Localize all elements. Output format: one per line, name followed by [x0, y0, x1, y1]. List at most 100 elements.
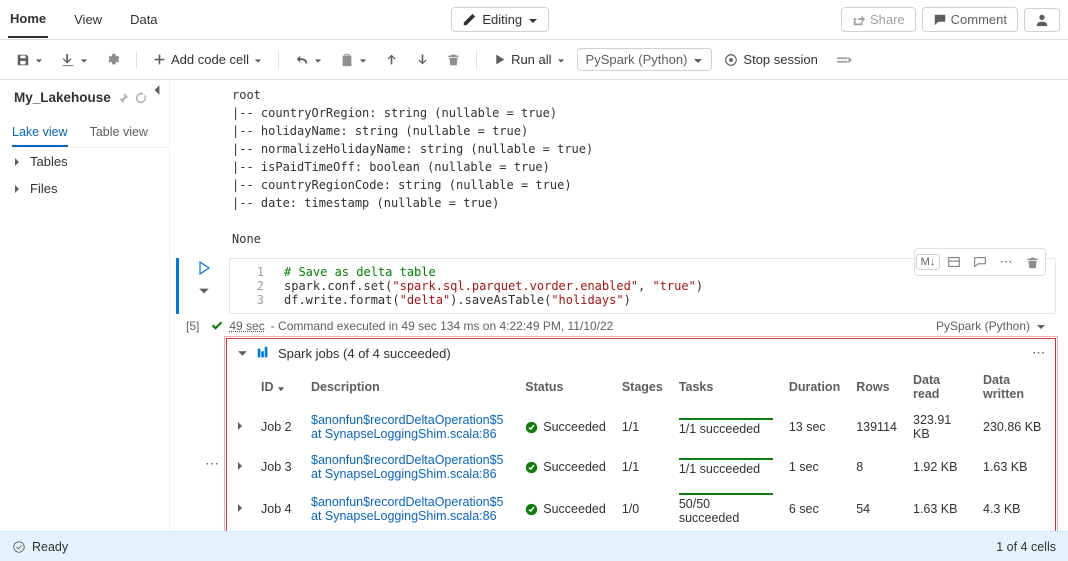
- comment-button[interactable]: Comment: [922, 7, 1018, 32]
- status-text: Ready: [32, 540, 68, 554]
- comment-icon: [933, 13, 947, 27]
- tree-files-label: Files: [30, 181, 57, 196]
- run-cell-button[interactable]: [196, 260, 212, 279]
- exec-count: [5]: [186, 319, 199, 333]
- variables-button[interactable]: [830, 49, 858, 71]
- collapse-handle[interactable]: ⋯: [205, 455, 219, 472]
- job-description-link[interactable]: $anonfun$recordDeltaOperation$5 at Synap…: [311, 453, 504, 481]
- chevron-down-icon: [254, 57, 262, 65]
- editing-mode-dropdown[interactable]: Editing: [451, 7, 549, 32]
- trash-icon: [447, 53, 460, 66]
- pencil-icon: [462, 13, 476, 27]
- chevron-down-icon: [35, 57, 43, 65]
- cell-markdown-toggle[interactable]: M↓: [917, 251, 939, 273]
- chevron-down-icon: [80, 57, 88, 65]
- job-row: Job 4 $anonfun$recordDeltaOperation$5 at…: [227, 487, 1055, 531]
- job-description-link[interactable]: $anonfun$recordDeltaOperation$5 at Synap…: [311, 495, 504, 523]
- chevron-right-icon[interactable]: [235, 421, 245, 431]
- pin-icon[interactable]: [117, 92, 129, 104]
- kernel-selector[interactable]: PySpark (Python): [577, 48, 713, 71]
- share-label: Share: [870, 12, 905, 27]
- save-icon: [16, 53, 30, 67]
- cell-comment-toggle[interactable]: [969, 251, 991, 273]
- job-row: Job 3 $anonfun$recordDeltaOperation$5 at…: [227, 447, 1055, 487]
- job-id: Job 4: [253, 487, 303, 531]
- spark-jobs-title: Spark jobs (4 of 4 succeeded): [278, 346, 451, 361]
- chevron-down-icon: [314, 57, 322, 65]
- play-outline-icon: [196, 260, 212, 276]
- comment-icon: [973, 255, 987, 269]
- status-ok-icon: [12, 540, 26, 554]
- chevron-down-icon[interactable]: [198, 285, 210, 297]
- exec-language[interactable]: PySpark (Python): [936, 319, 1030, 333]
- delete-cell-button[interactable]: [441, 49, 466, 70]
- person-icon: [1035, 13, 1049, 27]
- success-icon: [525, 461, 538, 474]
- add-code-cell-label: Add code cell: [171, 52, 249, 67]
- chevron-right-icon[interactable]: [235, 503, 245, 513]
- job-description-link[interactable]: $anonfun$recordDeltaOperation$5 at Synap…: [311, 413, 504, 441]
- move-down-button[interactable]: [410, 49, 435, 70]
- clipboard-icon: [340, 53, 354, 67]
- share-button[interactable]: Share: [841, 7, 916, 32]
- cell-delete[interactable]: [1021, 251, 1043, 273]
- stop-session-button[interactable]: Stop session: [718, 48, 823, 71]
- run-all-label: Run all: [511, 52, 551, 67]
- cell-more-menu[interactable]: ⋯: [995, 251, 1017, 273]
- tree-tables-label: Tables: [30, 154, 68, 169]
- tab-data[interactable]: Data: [128, 2, 159, 37]
- play-icon: [493, 53, 506, 66]
- download-menu[interactable]: [55, 49, 94, 71]
- panel-icon: [947, 255, 961, 269]
- cell-output-toggle[interactable]: [943, 251, 965, 273]
- tree-tables[interactable]: Tables: [10, 148, 169, 175]
- checkmark-icon: [211, 320, 223, 332]
- move-up-button[interactable]: [379, 49, 404, 70]
- success-icon: [525, 503, 538, 516]
- gear-icon: [106, 53, 120, 67]
- plus-icon: [153, 53, 166, 66]
- settings-button[interactable]: [100, 49, 126, 71]
- spark-more[interactable]: ⋯: [1032, 345, 1045, 361]
- exec-detail: - Command executed in 49 sec 134 ms on 4…: [271, 319, 614, 333]
- stop-session-label: Stop session: [743, 52, 817, 67]
- cell-toolbar: M↓ ⋯: [914, 248, 1046, 276]
- save-menu[interactable]: [10, 49, 49, 71]
- spark-jobs-panel: ⋯ Spark jobs (4 of 4 succeeded) ⋯ ID Des…: [226, 338, 1056, 531]
- lake-view-tab[interactable]: Lake view: [12, 119, 68, 147]
- download-icon: [61, 53, 75, 67]
- tree-files[interactable]: Files: [10, 175, 169, 202]
- collapse-sidebar-button[interactable]: [151, 84, 163, 99]
- job-row: Job 2 $anonfun$recordDeltaOperation$5 at…: [227, 407, 1055, 447]
- sort-icon[interactable]: [277, 384, 285, 392]
- people-button[interactable]: [1024, 8, 1060, 32]
- chevron-down-icon: [1036, 322, 1046, 332]
- trash-icon: [1026, 256, 1039, 269]
- chevron-down-icon: [359, 57, 367, 65]
- tab-home[interactable]: Home: [8, 1, 48, 38]
- spark-icon: [256, 346, 270, 360]
- refresh-icon[interactable]: [135, 92, 147, 104]
- chevron-down-icon: [557, 57, 565, 65]
- lakehouse-title: My_Lakehouse: [14, 90, 111, 105]
- cell-count: 1 of 4 cells: [996, 540, 1056, 554]
- chevron-down-icon[interactable]: [237, 348, 248, 359]
- chevron-down-icon: [528, 16, 538, 26]
- chevron-down-icon: [693, 56, 703, 66]
- table-view-tab[interactable]: Table view: [90, 119, 148, 147]
- run-all-button[interactable]: Run all: [487, 48, 570, 71]
- chevron-right-icon[interactable]: [235, 461, 245, 471]
- editing-label: Editing: [482, 12, 522, 27]
- clipboard-menu[interactable]: [334, 49, 373, 71]
- job-id: Job 3: [253, 447, 303, 487]
- chevron-right-icon: [12, 184, 22, 194]
- arrow-up-icon: [385, 53, 398, 66]
- variables-icon: [836, 53, 852, 67]
- chevron-right-icon: [12, 157, 22, 167]
- stop-icon: [724, 53, 738, 67]
- undo-menu[interactable]: [289, 49, 328, 71]
- share-icon: [852, 13, 866, 27]
- schema-output: root |-- countryOrRegion: string (nullab…: [176, 86, 1056, 248]
- add-code-cell-button[interactable]: Add code cell: [147, 48, 268, 71]
- tab-view[interactable]: View: [72, 2, 104, 37]
